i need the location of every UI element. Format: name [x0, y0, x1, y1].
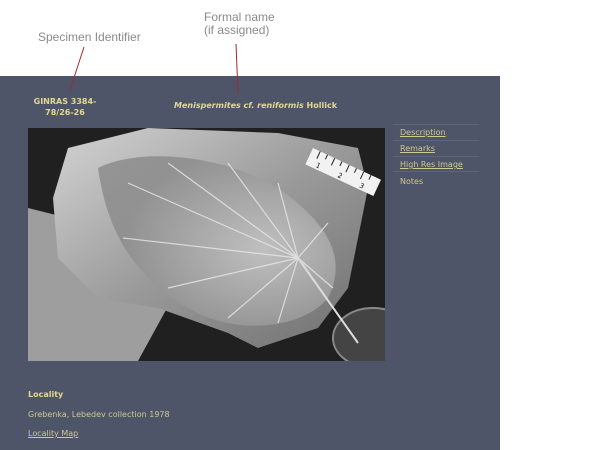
nav-notes: Notes — [400, 177, 424, 186]
locality-text: Grebenka, Lebedev collection 1978 — [28, 410, 170, 419]
formal-name-annotation-line2: (if assigned) — [204, 23, 270, 37]
side-nav: Description Remarks High Res Image Notes — [393, 124, 479, 186]
specimen-identifier-annotation: Specimen Identifier — [38, 30, 141, 44]
specimen-id-line2: 78/26-26 — [45, 108, 85, 117]
specimen-id-line1: GINRAS 3384- — [33, 97, 97, 106]
formal-name-taxon: Menispermites cf. reniformis — [174, 101, 304, 110]
fossil-leaf-photo: 1 2 3 — [28, 128, 385, 361]
formal-name-annotation: Formal name (if assigned) — [204, 11, 275, 37]
nav-description-link[interactable]: Description — [393, 124, 479, 140]
specimen-id: GINRAS 3384- 78/26-26 — [30, 96, 100, 118]
nav-high-res-image-link[interactable]: High Res Image — [393, 156, 479, 172]
nav-remarks-link[interactable]: Remarks — [393, 140, 479, 156]
formal-name: Menispermites cf. reniformis Hollick — [174, 101, 337, 110]
formal-name-author: Hollick — [306, 101, 338, 110]
fossil-leaf-image: 1 2 3 — [28, 128, 385, 361]
specimen-panel: GINRAS 3384- 78/26-26 Menispermites cf. … — [0, 76, 500, 450]
locality-map-link[interactable]: Locality Map — [28, 429, 78, 438]
locality-heading: Locality — [28, 390, 64, 399]
